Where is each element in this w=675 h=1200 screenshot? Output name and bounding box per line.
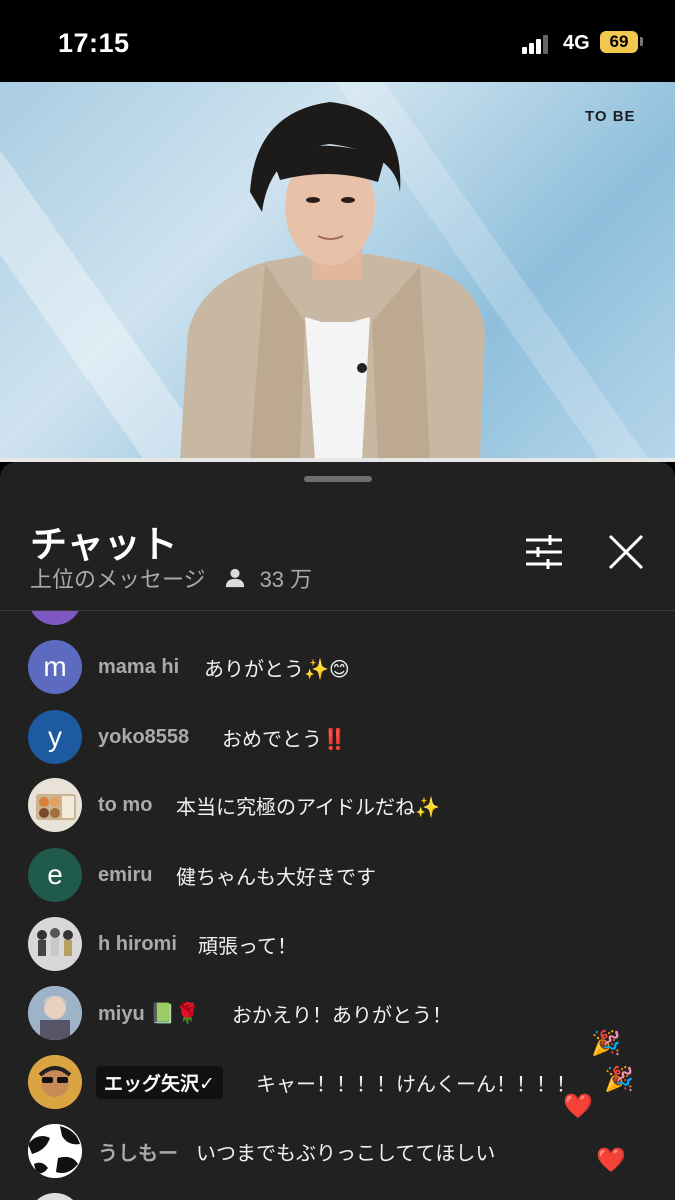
avatar [28, 1124, 82, 1178]
message-text: おかえり！ありがとう！ [232, 1004, 452, 1027]
message-author[interactable]: うしもー [98, 1137, 178, 1166]
avatar [28, 986, 82, 1040]
avatar: e [28, 848, 82, 902]
message-author[interactable]: yoko8558 [98, 726, 189, 749]
drag-handle[interactable] [304, 476, 372, 482]
message-text: 頑張って！ [198, 935, 297, 958]
message-author[interactable]: h hiromi [98, 933, 177, 956]
message-author[interactable]: to mo [98, 794, 152, 817]
chat-message: h hiromi 頑張って！ [0, 916, 675, 972]
message-text: 本当に究極のアイドルだね✨ [176, 796, 440, 819]
chat-panel: チャット 上位のメッセージ 33 万 m mama hi ありがとう✨😊 y y… [0, 462, 675, 1200]
party-popper-icon: 🎉 [591, 1030, 621, 1057]
chat-message: e emiru 健ちゃんも大好きです [0, 847, 675, 903]
video-frame-person [180, 102, 485, 460]
signal-icon [522, 34, 552, 54]
avatar: y [28, 710, 82, 764]
party-popper-icon: 🎉 [604, 1066, 634, 1093]
message-author[interactable]: emiru [98, 864, 152, 887]
member-badge[interactable]: エッグ矢沢✓ [96, 1065, 223, 1099]
heart-icon: ❤️ [596, 1147, 626, 1174]
message-text: 健ちゃんも大好きです [176, 866, 376, 889]
battery-tip [640, 37, 643, 46]
message-text: キャー！！！！けんくーん！！！！ [256, 1073, 576, 1096]
chat-subtitle[interactable]: 上位のメッセージ 33 万 [30, 562, 312, 594]
message-text: いつまでもぶりっこしててほしい [196, 1142, 496, 1165]
message-author[interactable]: miyu 📗🌹 [98, 1001, 200, 1026]
chat-message: うしもー いつまでもぶりっこしててほしい [0, 1123, 675, 1179]
heart-icon: ❤️ [563, 1093, 593, 1120]
chat-title: チャット [30, 524, 178, 565]
message-author[interactable]: エッグ矢沢✓ [96, 1065, 223, 1099]
chat-message: to mo 本当に究極のアイドルだね✨ [0, 777, 675, 833]
chat-message-list[interactable]: m mama hi ありがとう✨😊 y yoko8558 おめでとう‼️ to … [0, 611, 675, 1200]
viewer-count: 33 万 [259, 567, 313, 592]
channel-watermark: TO BE [585, 108, 636, 125]
person-icon [225, 568, 244, 588]
chat-message: m mama hi ありがとう✨😊 [0, 639, 675, 695]
close-icon[interactable] [606, 532, 646, 572]
avatar [28, 917, 82, 971]
message-text: ありがとう✨😊 [204, 658, 350, 681]
avatar: m [28, 640, 82, 694]
battery-icon: 69 [600, 31, 638, 53]
chat-mode-label[interactable]: 上位のメッセージ [30, 562, 206, 594]
network-type: 4G [563, 32, 590, 54]
status-bar: 17:15 4G 69 [0, 0, 675, 82]
avatar [28, 1055, 82, 1109]
chat-message: miyu 📗🌹 おかえり！ありがとう！ [0, 985, 675, 1041]
video-player[interactable]: TO BE [0, 82, 675, 460]
avatar [28, 611, 82, 625]
chat-message: y yoko8558 おめでとう‼️ [0, 709, 675, 765]
message-author[interactable]: mama hi [98, 656, 179, 679]
status-time: 17:15 [58, 28, 130, 58]
tune-icon[interactable] [524, 534, 564, 570]
avatar [28, 778, 82, 832]
avatar [28, 1193, 82, 1200]
message-text: おめでとう‼️ [222, 728, 347, 751]
